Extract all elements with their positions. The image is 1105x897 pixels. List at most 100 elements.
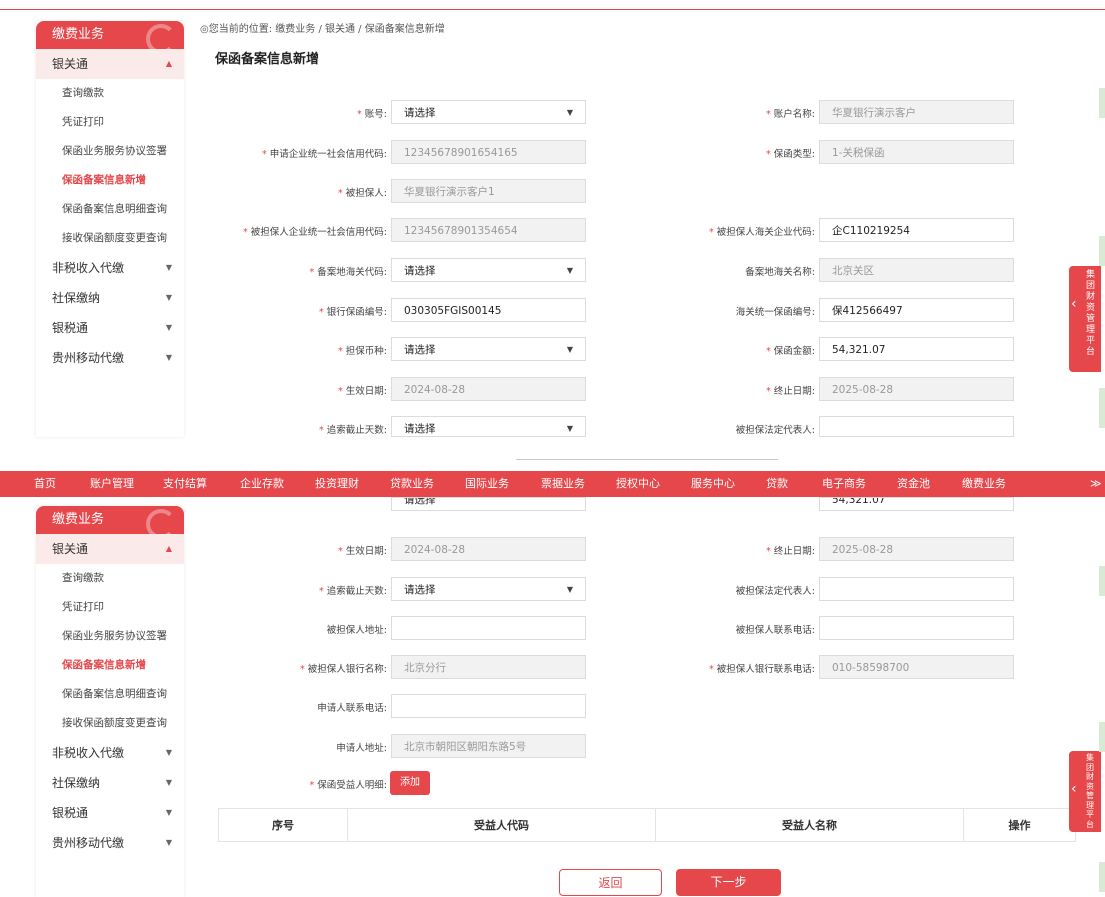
- effective-date-label: * 生效日期:: [338, 386, 387, 397]
- chevron-down-icon: ▼: [165, 353, 172, 362]
- sidebar-title: 缴费业务: [36, 506, 184, 534]
- account-label: * 账号:: [357, 109, 387, 120]
- nav-cash-pool[interactable]: 资金池: [897, 471, 930, 497]
- finance-platform-panel[interactable]: ‹ 集团财资管理平台: [1069, 751, 1101, 832]
- applicant-phone-label: 申请人联系电话:: [317, 703, 387, 714]
- sidebar-bottom: 缴费业务 银关通 ▲ 查询缴款 凭证打印 保函业务服务协议签署 保函备案信息新增 …: [36, 506, 184, 897]
- sidebar-item-query[interactable]: 查询缴款: [36, 564, 184, 593]
- currency-label: * 担保币种:: [338, 346, 387, 357]
- filing-customs-code-select[interactable]: 请选择 ▼: [391, 258, 586, 282]
- sidebar-item-quota-change[interactable]: 接收保函额度变更查询: [36, 224, 184, 253]
- customs-unified-no-input[interactable]: 保412566497: [819, 298, 1014, 322]
- scroll-deco: [1099, 566, 1105, 596]
- amount-input[interactable]: 54,321.07: [819, 337, 1014, 361]
- guaranteed-credit-code-field: 12345678901354654: [391, 218, 586, 242]
- finance-platform-text: 集团财资管理平台: [1086, 270, 1096, 357]
- guaranteed-address-input[interactable]: [391, 616, 586, 640]
- sidebar-item-add-guarantee[interactable]: 保函备案信息新增: [36, 651, 184, 680]
- add-beneficiary-button[interactable]: 添加: [390, 771, 430, 795]
- sidebar-item-print[interactable]: 凭证打印: [36, 593, 184, 622]
- caret-down-icon: ▼: [566, 108, 573, 117]
- guaranteed-credit-code-label: * 被担保人企业统一社会信用代码:: [243, 227, 387, 238]
- nav-authorization[interactable]: 授权中心: [616, 471, 660, 497]
- sidebar-item-add-guarantee[interactable]: 保函备案信息新增: [36, 166, 184, 195]
- nav-ecommerce[interactable]: 电子商务: [822, 471, 866, 497]
- sidebar-group-yinshuitong[interactable]: 银税通 ▼: [36, 798, 184, 828]
- next-button[interactable]: 下一步: [676, 869, 781, 896]
- sidebar-group-social[interactable]: 社保缴纳 ▼: [36, 768, 184, 798]
- sidebar-group-guizhou[interactable]: 贵州移动代缴 ▼: [36, 828, 184, 858]
- chevron-down-icon: ▼: [165, 838, 172, 847]
- applicant-credit-code-field: 12345678901654165: [391, 140, 586, 164]
- sidebar-item-print[interactable]: 凭证打印: [36, 108, 184, 137]
- legal-rep-input[interactable]: [819, 416, 1014, 437]
- account-select[interactable]: 请选择 ▼: [391, 100, 586, 124]
- col-beneficiary-code: 受益人代码: [347, 808, 656, 842]
- nav-investment[interactable]: 投资理财: [315, 471, 359, 497]
- end-date-label: * 终止日期:: [766, 546, 815, 557]
- chevron-down-icon: ▼: [165, 293, 172, 302]
- legal-rep-input[interactable]: [819, 577, 1014, 601]
- sidebar-item-quota-change[interactable]: 接收保函额度变更查询: [36, 709, 184, 738]
- location-icon: ◎: [200, 24, 209, 35]
- effective-date-field: 2024-08-28: [391, 377, 586, 401]
- guaranteed-bank-name-field: 北京分行: [391, 655, 586, 679]
- nav-loan[interactable]: 贷款: [766, 471, 788, 497]
- sidebar-group-nontax[interactable]: 非税收入代缴 ▼: [36, 738, 184, 768]
- guaranteed-phone-input[interactable]: [819, 616, 1014, 640]
- effective-date-field: 2024-08-28: [391, 537, 586, 561]
- applicant-address-label: 申请人地址:: [336, 743, 387, 754]
- chevron-down-icon: ▼: [165, 263, 172, 272]
- sidebar-group-social[interactable]: 社保缴纳 ▼: [36, 283, 184, 313]
- currency-select-partial[interactable]: 请选择: [391, 497, 586, 511]
- claim-days-select[interactable]: 请选择 ▼: [391, 577, 586, 601]
- scroll-deco: [1099, 236, 1105, 266]
- caret-down-icon: ▼: [566, 585, 573, 594]
- nav-service[interactable]: 服务中心: [691, 471, 735, 497]
- nav-deposit[interactable]: 企业存款: [240, 471, 284, 497]
- logo-icon: [146, 24, 176, 49]
- nav-bills[interactable]: 票据业务: [541, 471, 585, 497]
- amount-input-partial[interactable]: 54,321.07: [819, 497, 1014, 511]
- guaranteed-customs-code-input[interactable]: 企C110219254: [819, 218, 1014, 242]
- account-name-field: 华夏银行演示客户: [819, 100, 1014, 124]
- caret-down-icon: ▼: [566, 266, 573, 275]
- sidebar-item-detail-query[interactable]: 保函备案信息明细查询: [36, 195, 184, 224]
- nav-account[interactable]: 账户管理: [90, 471, 134, 497]
- applicant-credit-code-label: * 申请企业统一社会信用代码:: [262, 149, 387, 160]
- scroll-deco: [1099, 862, 1105, 892]
- finance-platform-text: 集团财资管理平台: [1086, 753, 1094, 829]
- sidebar-group-nontax[interactable]: 非税收入代缴 ▼: [36, 253, 184, 283]
- page-title: 保函备案信息新增: [215, 52, 320, 67]
- nav-more-icon[interactable]: ≫: [1090, 471, 1102, 497]
- bank-guarantee-no-input[interactable]: 030305FGIS00145: [391, 298, 586, 322]
- filing-customs-code-label: * 备案地海关代码:: [309, 267, 387, 278]
- sidebar-group-yinshuitong[interactable]: 银税通 ▼: [36, 313, 184, 343]
- applicant-phone-input[interactable]: [391, 694, 586, 718]
- chevron-up-icon: ▲: [165, 544, 172, 553]
- guaranteed-bank-phone-field: 010-58598700: [819, 655, 1014, 679]
- claim-days-label: * 追索截止天数:: [319, 586, 387, 597]
- nav-fees[interactable]: 缴费业务: [962, 471, 1006, 497]
- currency-select[interactable]: 请选择 ▼: [391, 337, 586, 361]
- back-button[interactable]: 返回: [559, 869, 662, 896]
- guaranteed-address-label: 被担保人地址:: [326, 625, 387, 636]
- nav-international[interactable]: 国际业务: [465, 471, 509, 497]
- col-actions: 操作: [963, 808, 1076, 842]
- legal-rep-label: 被担保法定代表人:: [735, 586, 815, 597]
- divider: [516, 459, 778, 460]
- sidebar-group-guizhou[interactable]: 贵州移动代缴 ▼: [36, 343, 184, 373]
- sidebar-item-agreement[interactable]: 保函业务服务协议签署: [36, 622, 184, 651]
- nav-payment[interactable]: 支付结算: [163, 471, 207, 497]
- sidebar-item-detail-query[interactable]: 保函备案信息明细查询: [36, 680, 184, 709]
- sidebar-group-yinguantong[interactable]: 银关通 ▲: [36, 49, 184, 79]
- claim-days-select[interactable]: 请选择 ▼: [391, 416, 586, 437]
- sidebar-group-yinguantong[interactable]: 银关通 ▲: [36, 534, 184, 564]
- nav-loan-business[interactable]: 贷款业务: [390, 471, 434, 497]
- breadcrumb: ◎您当前的位置: 缴费业务 / 银关通 / 保函备案信息新增: [200, 24, 445, 35]
- col-index: 序号: [218, 808, 348, 842]
- nav-home[interactable]: 首页: [34, 471, 56, 497]
- sidebar-item-agreement[interactable]: 保函业务服务协议签署: [36, 137, 184, 166]
- sidebar-item-query[interactable]: 查询缴款: [36, 79, 184, 108]
- finance-platform-panel[interactable]: ‹ 集团财资管理平台: [1069, 266, 1101, 372]
